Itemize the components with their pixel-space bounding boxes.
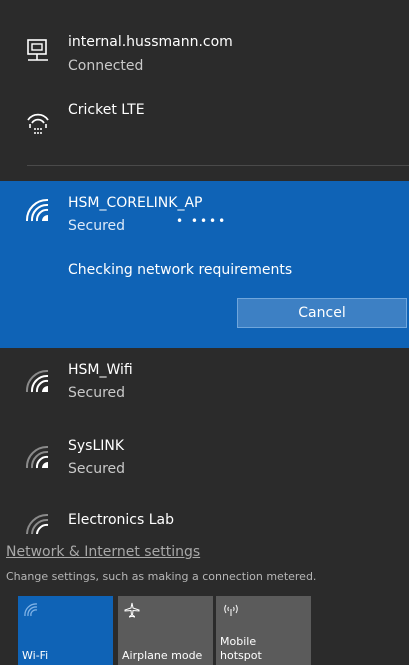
network-item-syslink[interactable]: SysLINK Secured — [0, 432, 409, 488]
airplane-mode-tile[interactable]: Airplane mode — [118, 596, 213, 665]
tile-label: Wi-Fi — [22, 649, 49, 662]
network-name: Electronics Lab — [68, 512, 175, 528]
wifi-toggle-tile[interactable]: Wi-Fi — [18, 596, 113, 665]
tile-label-line: Mobile — [220, 635, 257, 648]
network-item-hsm-wifi[interactable]: HSM_Wifi Secured — [0, 356, 409, 412]
tile-label: Airplane mode — [122, 649, 203, 662]
divider — [27, 165, 409, 166]
network-status: Secured — [68, 461, 126, 477]
wifi-icon — [24, 197, 52, 225]
network-name: SysLINK — [68, 438, 125, 454]
network-flyout: internal.hussmann.com Connected Cricket … — [0, 0, 409, 665]
hotspot-icon — [222, 602, 240, 621]
ethernet-icon — [24, 38, 52, 66]
network-status: Secured — [68, 385, 126, 401]
network-status: Secured — [68, 218, 126, 234]
cancel-button[interactable]: Cancel — [237, 298, 407, 328]
network-item-cellular[interactable]: Cricket LTE — [0, 96, 409, 152]
wifi-icon — [24, 512, 52, 534]
tile-label-line: hotspot — [220, 649, 262, 662]
wifi-icon — [24, 444, 52, 472]
network-item-electronics-lab[interactable]: Electronics Lab — [0, 508, 409, 538]
network-name: Cricket LTE — [68, 102, 145, 118]
wifi-icon — [24, 602, 38, 621]
mobile-hotspot-tile[interactable]: Mobile hotspot — [216, 596, 311, 665]
network-name: HSM_CORELINK_AP — [68, 195, 203, 211]
connection-message: Checking network requirements — [68, 262, 293, 278]
network-status: Connected — [68, 58, 144, 74]
network-item-wired[interactable]: internal.hussmann.com Connected — [0, 28, 409, 84]
progress-dots: • •••• — [176, 214, 228, 228]
airplane-icon — [124, 602, 140, 622]
cellular-icon — [24, 108, 52, 136]
wifi-icon — [24, 368, 52, 396]
network-settings-description: Change settings, such as making a connec… — [6, 570, 317, 583]
network-settings-link[interactable]: Network & Internet settings — [6, 544, 200, 560]
tile-label: Mobile hotspot — [220, 635, 262, 663]
network-name: HSM_Wifi — [68, 362, 133, 378]
network-name: internal.hussmann.com — [68, 34, 233, 50]
